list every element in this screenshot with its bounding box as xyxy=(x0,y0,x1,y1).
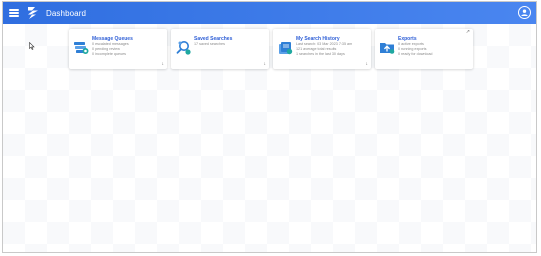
card-line: 0 incomplete queues xyxy=(92,52,127,56)
top-app-bar: Dashboard xyxy=(3,2,536,24)
app-window: Dashboard Message Queues 0 escalated mes… xyxy=(2,1,537,253)
saved-search-icon xyxy=(176,41,191,55)
user-profile-icon[interactable] xyxy=(518,6,531,19)
download-icon[interactable]: ↓ xyxy=(264,62,267,67)
card-my-search-history[interactable]: My Search History Last search: 03 Mar 20… xyxy=(273,29,371,69)
message-queue-icon xyxy=(74,42,89,54)
download-icon[interactable]: ↓ xyxy=(162,62,165,67)
card-exports[interactable]: Exports 0 active exports 0 running expor… xyxy=(375,29,473,69)
card-line: 1 searches in the last 30 days xyxy=(296,52,345,56)
page-title: Dashboard xyxy=(46,8,87,18)
search-history-icon xyxy=(279,42,293,55)
mouse-pointer-icon xyxy=(29,42,35,50)
hamburger-menu-icon[interactable] xyxy=(9,9,19,17)
app-logo-icon[interactable] xyxy=(27,6,39,20)
card-line: 0 ready for download xyxy=(398,52,433,56)
card-saved-searches[interactable]: Saved Searches 17 saved searches ↓ xyxy=(171,29,269,69)
card-line: 17 saved searches xyxy=(194,42,225,46)
exports-icon xyxy=(380,43,395,54)
card-message-queues[interactable]: Message Queues 0 escalated messages 0 pe… xyxy=(69,29,167,69)
open-external-icon[interactable]: ↗ xyxy=(466,30,470,35)
download-icon[interactable]: ↓ xyxy=(366,62,369,67)
